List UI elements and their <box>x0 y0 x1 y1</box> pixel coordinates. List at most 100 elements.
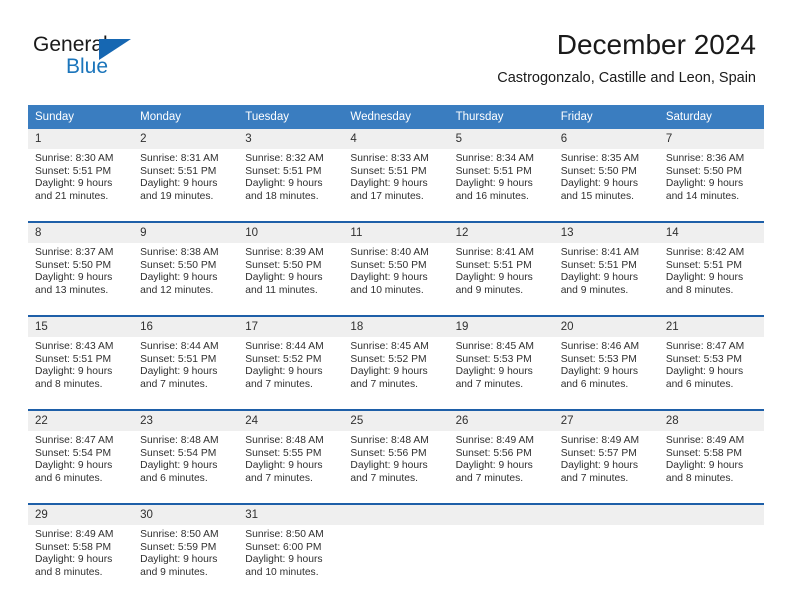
day-cell[interactable]: Sunrise: 8:48 AM Sunset: 5:55 PM Dayligh… <box>238 431 344 495</box>
day-number[interactable]: 15 <box>28 317 134 337</box>
daylight-text-line1: Daylight: 9 hours <box>560 272 638 284</box>
sunset-text: Sunset: 5:51 PM <box>140 165 217 177</box>
day-number[interactable]: 5 <box>448 129 554 149</box>
day-number[interactable]: 25 <box>343 411 449 431</box>
day-cell[interactable]: Sunrise: 8:37 AM Sunset: 5:50 PM Dayligh… <box>28 243 134 307</box>
day-number[interactable]: 2 <box>133 129 239 149</box>
day-number[interactable]: 21 <box>658 317 764 337</box>
day-cell[interactable]: Sunrise: 8:47 AM Sunset: 5:53 PM Dayligh… <box>658 337 764 401</box>
day-cell[interactable]: Sunrise: 8:33 AM Sunset: 5:51 PM Dayligh… <box>343 149 449 213</box>
day-number[interactable]: 13 <box>553 223 659 243</box>
day-cell[interactable]: Sunrise: 8:48 AM Sunset: 5:54 PM Dayligh… <box>133 431 239 495</box>
day-cell[interactable]: Sunrise: 8:45 AM Sunset: 5:52 PM Dayligh… <box>343 337 449 401</box>
sunrise-text: Sunrise: 8:40 AM <box>350 247 429 258</box>
week-spacer-cell <box>28 495 764 503</box>
day-number[interactable]: 9 <box>133 223 239 243</box>
daylight-text-line2: and 7 minutes. <box>245 472 313 484</box>
daylight-text-line2: and 10 minutes. <box>350 284 424 296</box>
day-cell[interactable]: Sunrise: 8:35 AM Sunset: 5:50 PM Dayligh… <box>553 149 659 213</box>
daylight-text-line2: and 6 minutes. <box>560 378 629 390</box>
daylight-text-line2: and 7 minutes. <box>560 472 629 484</box>
week-daynum-row: 8 9 10 11 12 13 14 <box>28 223 764 243</box>
day-number[interactable]: 10 <box>238 223 344 243</box>
day-number[interactable]: 19 <box>448 317 554 337</box>
day-number[interactable]: 23 <box>133 411 239 431</box>
day-number[interactable]: 22 <box>28 411 134 431</box>
day-cell[interactable]: Sunrise: 8:31 AM Sunset: 5:51 PM Dayligh… <box>133 149 239 213</box>
day-cell[interactable]: Sunrise: 8:49 AM Sunset: 5:58 PM Dayligh… <box>28 525 134 589</box>
sunset-text: Sunset: 5:56 PM <box>350 447 427 459</box>
daylight-text-line1: Daylight: 9 hours <box>665 366 744 378</box>
day-cell[interactable]: Sunrise: 8:38 AM Sunset: 5:50 PM Dayligh… <box>133 243 239 307</box>
day-cell[interactable]: Sunrise: 8:32 AM Sunset: 5:51 PM Dayligh… <box>238 149 344 213</box>
day-number[interactable]: 8 <box>28 223 134 243</box>
general-blue-logo[interactable]: General Blue <box>33 33 203 85</box>
day-cell[interactable]: Sunrise: 8:44 AM Sunset: 5:52 PM Dayligh… <box>238 337 344 401</box>
day-cell[interactable]: Sunrise: 8:47 AM Sunset: 5:54 PM Dayligh… <box>28 431 134 495</box>
daylight-text-line2: and 7 minutes. <box>350 378 418 390</box>
day-number[interactable]: 1 <box>28 129 134 149</box>
day-cell[interactable]: Sunrise: 8:36 AM Sunset: 5:50 PM Dayligh… <box>658 149 764 213</box>
day-cell[interactable]: Sunrise: 8:49 AM Sunset: 5:58 PM Dayligh… <box>658 431 764 495</box>
day-number[interactable]: 28 <box>658 411 764 431</box>
day-cell[interactable]: Sunrise: 8:44 AM Sunset: 5:51 PM Dayligh… <box>133 337 239 401</box>
daylight-text-line1: Daylight: 9 hours <box>665 178 744 190</box>
sunrise-text: Sunrise: 8:48 AM <box>350 435 429 446</box>
daylight-text-line1: Daylight: 9 hours <box>140 272 218 284</box>
sunrise-text: Sunrise: 8:33 AM <box>350 153 429 164</box>
daylight-text-line1: Daylight: 9 hours <box>665 460 744 472</box>
day-number[interactable]: 7 <box>658 129 764 149</box>
day-number[interactable]: 14 <box>658 223 764 243</box>
daylight-text-line2: and 8 minutes. <box>35 378 103 390</box>
day-cell[interactable]: Sunrise: 8:50 AM Sunset: 5:59 PM Dayligh… <box>133 525 239 589</box>
day-cell[interactable]: Sunrise: 8:41 AM Sunset: 5:51 PM Dayligh… <box>553 243 659 307</box>
day-cell[interactable]: Sunrise: 8:45 AM Sunset: 5:53 PM Dayligh… <box>448 337 554 401</box>
day-number[interactable]: 17 <box>238 317 344 337</box>
sunset-text: Sunset: 5:56 PM <box>455 447 532 459</box>
day-number[interactable]: 4 <box>343 129 449 149</box>
day-number[interactable]: 12 <box>448 223 554 243</box>
day-number[interactable]: 6 <box>553 129 659 149</box>
sunset-text: Sunset: 5:53 PM <box>665 353 742 365</box>
day-cell-empty <box>658 525 764 589</box>
day-number[interactable]: 30 <box>133 505 239 525</box>
day-cell[interactable]: Sunrise: 8:41 AM Sunset: 5:51 PM Dayligh… <box>448 243 554 307</box>
sunset-text: Sunset: 5:50 PM <box>350 259 427 271</box>
daylight-text-line1: Daylight: 9 hours <box>35 178 113 190</box>
day-cell[interactable]: Sunrise: 8:39 AM Sunset: 5:50 PM Dayligh… <box>238 243 344 307</box>
day-cell[interactable]: Sunrise: 8:49 AM Sunset: 5:57 PM Dayligh… <box>553 431 659 495</box>
day-cell[interactable]: Sunrise: 8:34 AM Sunset: 5:51 PM Dayligh… <box>448 149 554 213</box>
daylight-text-line2: and 7 minutes. <box>455 378 524 390</box>
sunrise-text: Sunrise: 8:34 AM <box>455 153 534 164</box>
daylight-text-line1: Daylight: 9 hours <box>245 178 323 190</box>
calendar-body: 1 2 3 4 5 6 7 Sunrise: 8:30 AM Sunset: 5… <box>28 129 764 589</box>
daylight-text-line1: Daylight: 9 hours <box>665 272 744 284</box>
daylight-text-line2: and 7 minutes. <box>350 472 418 484</box>
day-number[interactable]: 11 <box>343 223 449 243</box>
day-cell[interactable]: Sunrise: 8:49 AM Sunset: 5:56 PM Dayligh… <box>448 431 554 495</box>
week-daynum-row: 29 30 31 <box>28 505 764 525</box>
sunrise-text: Sunrise: 8:49 AM <box>455 435 534 446</box>
day-number[interactable]: 20 <box>553 317 659 337</box>
day-number[interactable]: 18 <box>343 317 449 337</box>
daylight-text-line2: and 9 minutes. <box>560 284 629 296</box>
day-number[interactable]: 24 <box>238 411 344 431</box>
day-number[interactable]: 27 <box>553 411 659 431</box>
day-number[interactable]: 3 <box>238 129 344 149</box>
week-info-row: Sunrise: 8:43 AM Sunset: 5:51 PM Dayligh… <box>28 337 764 401</box>
day-cell[interactable]: Sunrise: 8:42 AM Sunset: 5:51 PM Dayligh… <box>658 243 764 307</box>
daylight-text-line2: and 13 minutes. <box>35 284 109 296</box>
sunset-text: Sunset: 5:54 PM <box>140 447 217 459</box>
day-number[interactable]: 16 <box>133 317 239 337</box>
day-cell[interactable]: Sunrise: 8:30 AM Sunset: 5:51 PM Dayligh… <box>28 149 134 213</box>
day-number[interactable]: 31 <box>238 505 344 525</box>
day-number[interactable]: 29 <box>28 505 134 525</box>
week-info-row: Sunrise: 8:47 AM Sunset: 5:54 PM Dayligh… <box>28 431 764 495</box>
day-number[interactable]: 26 <box>448 411 554 431</box>
daylight-text-line2: and 7 minutes. <box>245 378 313 390</box>
day-cell[interactable]: Sunrise: 8:43 AM Sunset: 5:51 PM Dayligh… <box>28 337 134 401</box>
day-cell[interactable]: Sunrise: 8:50 AM Sunset: 6:00 PM Dayligh… <box>238 525 344 589</box>
day-cell[interactable]: Sunrise: 8:46 AM Sunset: 5:53 PM Dayligh… <box>553 337 659 401</box>
day-cell[interactable]: Sunrise: 8:40 AM Sunset: 5:50 PM Dayligh… <box>343 243 449 307</box>
day-cell[interactable]: Sunrise: 8:48 AM Sunset: 5:56 PM Dayligh… <box>343 431 449 495</box>
